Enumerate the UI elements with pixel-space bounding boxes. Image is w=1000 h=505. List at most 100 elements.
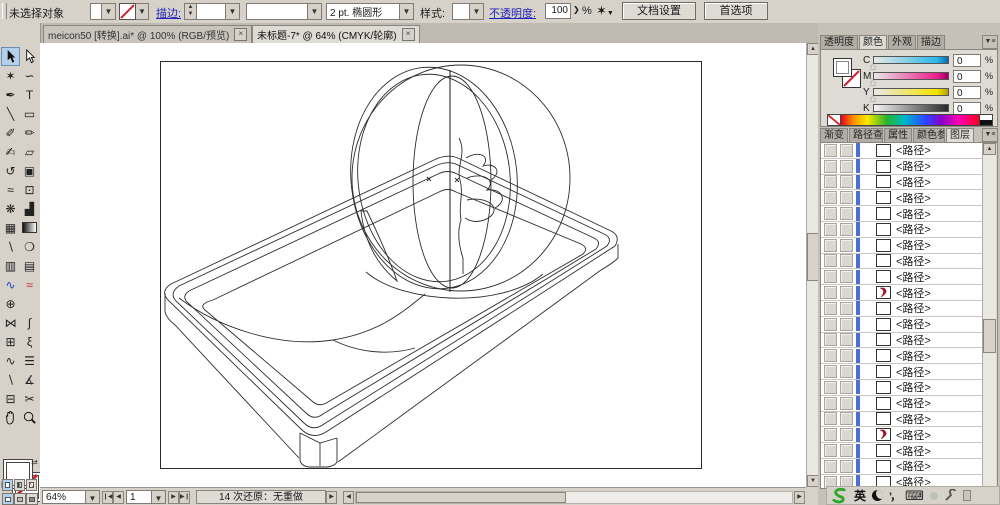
chevron-down-icon[interactable]: ▼ xyxy=(136,4,148,19)
stroke-link[interactable]: 描边: xyxy=(156,5,181,21)
fullscreen-mode-button[interactable] xyxy=(26,493,38,505)
tab-layers[interactable]: 图层 xyxy=(946,128,974,142)
chevron-down-icon[interactable]: ▼ xyxy=(399,4,413,19)
horizontal-scroll-thumb[interactable] xyxy=(356,491,566,503)
magic-wand-tool[interactable]: ✶ xyxy=(1,66,20,85)
pen-tool[interactable]: ✒ xyxy=(1,85,20,104)
knife-tool[interactable]: ✂ xyxy=(20,389,39,408)
status-popup-icon[interactable]: ▶ xyxy=(326,490,337,504)
none-swatch[interactable] xyxy=(828,115,841,125)
tab-gradient[interactable]: 渐变 xyxy=(820,128,848,142)
swap-fill-stroke-icon[interactable]: ⇄ xyxy=(31,458,38,467)
chevron-down-icon[interactable]: ▼ xyxy=(151,491,165,503)
style-dropdown[interactable]: ▼ xyxy=(452,3,484,20)
slider-thumb[interactable] xyxy=(870,64,876,69)
layer-row[interactable]: <路径> xyxy=(821,443,994,459)
rotate-tool[interactable]: ↺ xyxy=(1,161,20,180)
measure-tool[interactable]: ∡ xyxy=(20,370,39,389)
spinner-icon[interactable]: ▲ ▼ xyxy=(185,4,197,19)
layer-row[interactable]: <路径> xyxy=(821,237,994,254)
last-page-button[interactable]: ▶❙ xyxy=(179,490,190,504)
hand-tool[interactable] xyxy=(1,408,20,427)
tab-attributes[interactable]: 属性 xyxy=(884,128,912,142)
layer-name[interactable]: <路径> xyxy=(896,190,931,206)
soft-keyboard-icon[interactable]: ⌨ xyxy=(905,489,924,502)
lock-toggle[interactable] xyxy=(840,459,853,473)
chevron-down-icon[interactable]: ▼ xyxy=(101,4,115,19)
blend-tool[interactable]: ❍ xyxy=(20,237,39,256)
punctuation-toggle[interactable]: ’， xyxy=(889,488,901,504)
lock-toggle[interactable] xyxy=(840,333,853,347)
lock-toggle[interactable] xyxy=(840,159,853,173)
gradient-tool[interactable] xyxy=(20,218,39,237)
stroke-none-swatch[interactable] xyxy=(119,3,136,20)
stroke-weight-combo[interactable]: ▲ ▼ ▼ xyxy=(184,3,240,20)
layer-row[interactable]: <路径> xyxy=(821,143,994,159)
close-icon[interactable]: × xyxy=(234,28,248,41)
layer-name[interactable]: <路径> xyxy=(896,316,931,332)
visibility-toggle[interactable] xyxy=(824,365,837,379)
lock-toggle[interactable] xyxy=(840,396,853,410)
visibility-toggle[interactable] xyxy=(824,270,837,284)
prev-page-button[interactable]: ◀ xyxy=(113,490,124,504)
layer-name[interactable]: <路径> xyxy=(896,174,931,190)
lock-toggle[interactable] xyxy=(840,270,853,284)
color-button[interactable] xyxy=(2,479,13,491)
lock-toggle[interactable] xyxy=(840,412,853,426)
graph-tool[interactable]: ▟ xyxy=(20,199,39,218)
scroll-right-icon[interactable]: ▶ xyxy=(794,490,805,504)
lock-toggle[interactable] xyxy=(840,317,853,331)
first-page-button[interactable]: ❙◀ xyxy=(102,490,113,504)
document-setup-button[interactable]: 文档设置 xyxy=(622,2,696,20)
doc-tab-untitled7[interactable]: 未标题-7* @ 64% (CMYK/轮廓) × xyxy=(252,25,420,43)
visibility-toggle[interactable] xyxy=(824,380,837,394)
lock-toggle[interactable] xyxy=(840,301,853,315)
panel-grip[interactable] xyxy=(2,3,7,19)
visibility-toggle[interactable] xyxy=(824,286,837,300)
layer-name[interactable]: <路径> xyxy=(896,300,931,316)
pencil-tool[interactable]: ✏ xyxy=(20,123,39,142)
magenta-slider[interactable] xyxy=(873,72,949,80)
layer-name[interactable]: <路径> xyxy=(896,364,931,380)
layer-name[interactable]: <路径> xyxy=(896,206,931,222)
sogou-logo-icon[interactable] xyxy=(831,487,848,504)
undo-status[interactable]: 14 次还原：无重做 xyxy=(196,490,326,504)
layer-name[interactable]: <路径> xyxy=(896,458,931,474)
white-black-swatches[interactable] xyxy=(979,115,992,125)
lock-toggle[interactable] xyxy=(840,254,853,268)
zoom-level-combo[interactable]: 64% ▼ xyxy=(42,490,100,504)
lock-toggle[interactable] xyxy=(840,365,853,379)
page-tool[interactable]: ⊕ xyxy=(1,294,20,313)
fill-color-dropdown[interactable]: ▼ xyxy=(90,3,116,20)
slider-thumb[interactable] xyxy=(870,80,876,85)
visibility-toggle[interactable] xyxy=(824,301,837,315)
mesh-tool[interactable]: ▦ xyxy=(1,218,20,237)
layer-row[interactable]: <路径> xyxy=(821,190,994,207)
layer-row[interactable]: <路径> xyxy=(821,300,994,317)
layer-name[interactable]: <路径> xyxy=(896,269,931,285)
fullwidth-toggle-icon[interactable] xyxy=(872,490,884,501)
yellow-slider[interactable] xyxy=(873,88,949,96)
visibility-toggle[interactable] xyxy=(824,238,837,252)
lasso-tool[interactable]: ∽ xyxy=(20,66,39,85)
visibility-toggle[interactable] xyxy=(824,143,837,157)
lock-toggle[interactable] xyxy=(840,444,853,458)
live-paint-bucket-tool[interactable]: ▥ xyxy=(1,256,20,275)
layer-name[interactable]: <路径> xyxy=(896,253,931,269)
chevron-down-icon[interactable]: ▼ xyxy=(307,4,321,19)
scale-tool[interactable]: ▣ xyxy=(20,161,39,180)
rectangle-tool[interactable]: ▭ xyxy=(20,104,39,123)
layer-name[interactable]: <路径> xyxy=(896,143,931,158)
lock-toggle[interactable] xyxy=(840,143,853,157)
tab-color-guide[interactable]: 颜色参考 xyxy=(913,128,945,142)
layer-name[interactable]: <路径> xyxy=(896,158,931,174)
ime-handle-icon[interactable] xyxy=(962,490,971,501)
slider-thumb[interactable] xyxy=(870,96,876,101)
none-button[interactable] xyxy=(26,479,37,491)
layer-row[interactable]: <路径> xyxy=(821,411,994,428)
layer-row[interactable]: <路径> xyxy=(821,158,994,175)
color-spectrum-bar[interactable] xyxy=(827,114,993,126)
live-paint-selection-tool[interactable]: ▤ xyxy=(20,256,39,275)
visibility-toggle[interactable] xyxy=(824,444,837,458)
yellow-value-input[interactable]: 0 xyxy=(953,86,981,99)
